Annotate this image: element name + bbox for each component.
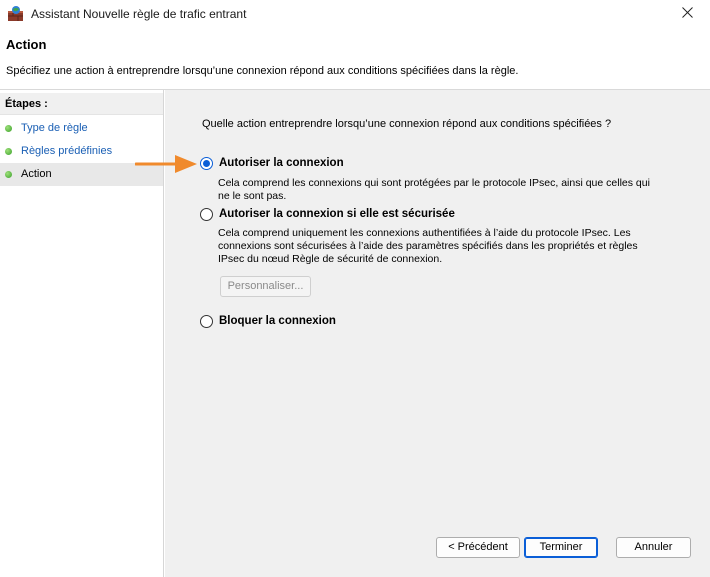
green-dot-icon <box>5 171 12 178</box>
close-icon <box>681 7 693 21</box>
radio-allow-if-secure[interactable] <box>200 208 213 221</box>
option-description: Cela comprend uniquement les connexions … <box>218 227 638 265</box>
cancel-button[interactable]: Annuler <box>616 537 691 558</box>
firewall-icon <box>7 5 24 22</box>
option-label: Autoriser la connexion si elle est sécur… <box>219 208 455 220</box>
action-question: Quelle action entreprendre lorsqu’une co… <box>202 118 612 130</box>
green-dot-icon <box>5 148 12 155</box>
steps-heading: Étapes : <box>0 93 163 115</box>
step-label: Type de règle <box>21 122 88 134</box>
window-title: Assistant Nouvelle règle de trafic entra… <box>31 7 247 21</box>
title-bar: Assistant Nouvelle règle de trafic entra… <box>0 0 710 28</box>
step-label: Action <box>21 168 52 180</box>
page-description: Spécifiez une action à entreprendre lors… <box>6 65 519 77</box>
option-description: Cela comprend les connexions qui sont pr… <box>218 177 650 202</box>
wizard-header: Action Spécifiez une action à entreprend… <box>0 28 710 90</box>
option-label: Bloquer la connexion <box>219 315 336 327</box>
step-label: Règles prédéfinies <box>21 145 113 157</box>
close-button[interactable] <box>664 0 710 28</box>
step-rule-type[interactable]: Type de règle <box>0 117 163 140</box>
customize-button[interactable]: Personnaliser... <box>220 276 311 297</box>
content-panel: Quelle action entreprendre lorsqu’une co… <box>165 90 710 577</box>
finish-button[interactable]: Terminer <box>524 537 598 558</box>
radio-block-connection[interactable] <box>200 315 213 328</box>
page-title: Action <box>6 37 47 52</box>
option-label: Autoriser la connexion <box>219 157 344 169</box>
radio-allow-connection[interactable] <box>200 157 213 170</box>
back-button[interactable]: < Précédent <box>436 537 520 558</box>
green-dot-icon <box>5 125 12 132</box>
arrow-icon <box>134 154 197 174</box>
